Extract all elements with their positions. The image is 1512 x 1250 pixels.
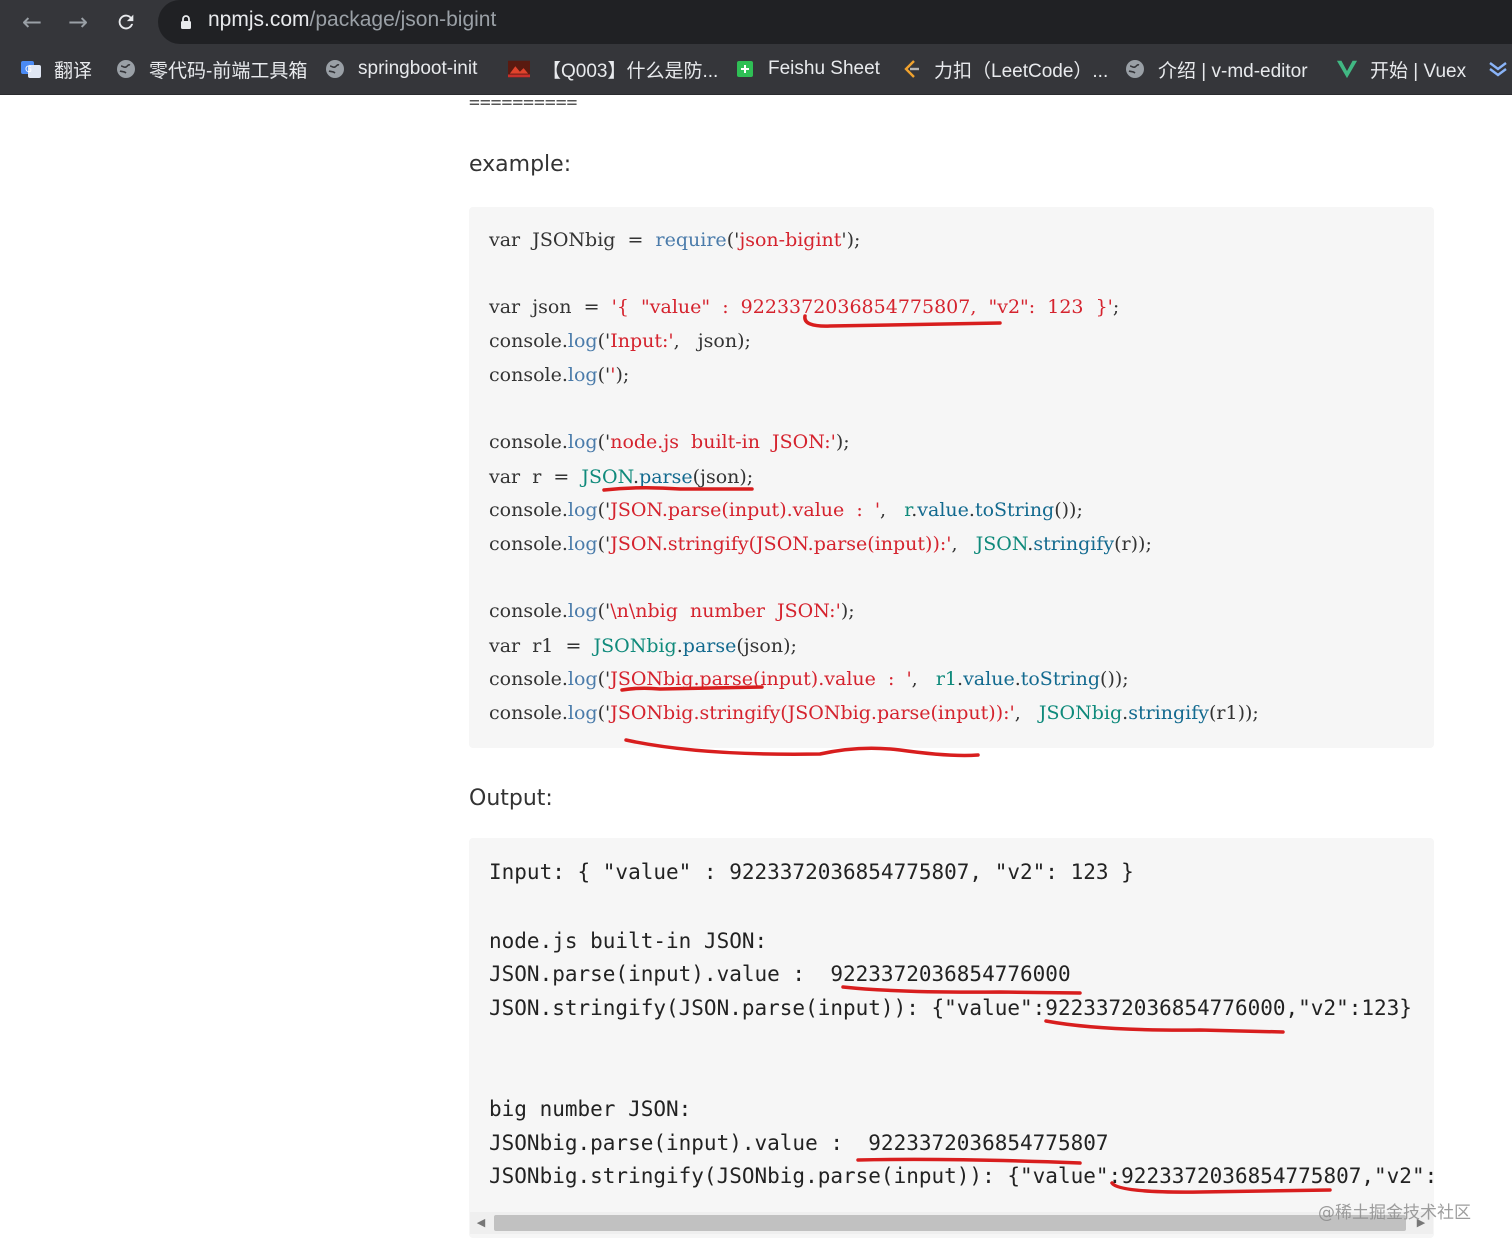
code-line-3: console.log('Input:', json); (489, 330, 751, 352)
back-button[interactable]: ← (16, 6, 48, 38)
example-heading: example: (469, 152, 572, 177)
watermark: @稀土掘金技术社区 (1318, 1203, 1471, 1223)
bookmark-feishu-sheet[interactable]: Feishu Sheet (734, 54, 880, 84)
bookmark-label: 翻译 (54, 60, 93, 82)
code-line-7: console.log('JSON.parse(input).value : '… (489, 499, 1083, 521)
bookmark-label: 【Q003】什么是防... (542, 60, 719, 82)
address-bar[interactable]: npmjs.com/package/json-bigint (158, 0, 1512, 44)
leetcode-icon (900, 58, 922, 80)
vue-icon (1336, 58, 1358, 80)
bookmark-label: 开始 | Vuex (1370, 60, 1467, 82)
code-line-12: console.log('JSONbig.stringify(JSONbig.p… (489, 702, 1259, 724)
bookmark-translate[interactable]: G 翻译 (20, 54, 92, 84)
code-line-1: var JSONbig = require('json-bigint'); (489, 229, 861, 251)
arrow-left-icon: ← (21, 8, 43, 36)
globe-icon (115, 58, 137, 80)
bookmark-label: 力扣（LeetCode）... (934, 60, 1109, 82)
bookmark-leetcode[interactable]: 力扣（LeetCode）... (900, 54, 1108, 84)
output-line-builtin-value: JSON.parse(input).value : 92233720368547… (489, 962, 1071, 986)
code-line-5: console.log('node.js built-in JSON:'); (489, 431, 850, 453)
forward-button[interactable]: → (62, 6, 94, 38)
bookmark-vuex[interactable]: 开始 | Vuex (1336, 54, 1466, 84)
code-line-2: var json = '{ "value" : 9223372036854775… (489, 296, 1120, 318)
double-chevron-down-icon (1489, 62, 1507, 77)
site-icon (508, 58, 530, 80)
more-bookmarks-button[interactable] (1486, 54, 1510, 84)
scrollbar-thumb[interactable] (494, 1215, 1406, 1231)
horizontal-rule-text: ========== (469, 92, 578, 113)
bookmarks-bar: G 翻译 零代码-前端工具箱 springboot-init 【Q003】什么是… (0, 44, 1512, 95)
browser-toolbar: ← → npmjs.com/package/json-bigint (0, 0, 1512, 44)
bookmark-label: 零代码-前端工具箱 (149, 60, 308, 82)
reload-icon (118, 14, 134, 30)
reload-button[interactable] (110, 6, 142, 38)
output-line-builtin-stringify: JSON.stringify(JSON.parse(input)): {"val… (489, 996, 1412, 1020)
code-line-11: console.log('JSONbig.parse(input).value … (489, 668, 1129, 690)
output-line-bignum-heading: big number JSON: (489, 1097, 692, 1121)
bookmark-label: springboot-init (358, 58, 478, 79)
arrow-right-icon: → (67, 8, 89, 36)
output-line-bignum-stringify: JSONbig.stringify(JSONbig.parse(input)):… (489, 1164, 1439, 1188)
bookmark-v-md-editor[interactable]: 介绍 | v-md-editor (1124, 54, 1308, 84)
globe-icon (1124, 58, 1146, 80)
output-line-builtin-heading: node.js built-in JSON: (489, 929, 768, 953)
translate-icon: G (20, 58, 42, 80)
bookmark-springboot-init[interactable]: springboot-init (324, 54, 477, 84)
horizontal-scrollbar[interactable]: ◀ ▶ (470, 1212, 1433, 1234)
sheet-icon (734, 58, 756, 80)
code-line-9: console.log('\n\nbig number JSON:'); (489, 600, 855, 622)
code-line-8: console.log('JSON.stringify(JSON.parse(i… (489, 533, 1152, 555)
bookmark-q003[interactable]: 【Q003】什么是防... (508, 54, 718, 84)
code-line-6: var r = JSON.parse(json); (489, 466, 754, 488)
svg-text:G: G (25, 65, 32, 75)
lock-icon (181, 15, 191, 29)
output-line-input: Input: { "value" : 9223372036854775807, … (489, 860, 1134, 884)
scroll-left-arrow-icon[interactable]: ◀ (473, 1215, 489, 1231)
output-line-bignum-value: JSONbig.parse(input).value : 92233720368… (489, 1131, 1109, 1155)
url-host: npmjs.com (208, 8, 310, 31)
bookmark-label: Feishu Sheet (768, 58, 880, 79)
url-path: /package/json-bigint (309, 8, 497, 31)
code-line-4: console.log(''); (489, 364, 630, 386)
bookmark-label: 介绍 | v-md-editor (1158, 60, 1308, 82)
bookmark-zero-code[interactable]: 零代码-前端工具箱 (115, 54, 307, 84)
url-text[interactable]: npmjs.com/package/json-bigint (208, 8, 496, 32)
output-heading: Output: (469, 786, 553, 811)
globe-icon (324, 58, 346, 80)
code-line-10: var r1 = JSONbig.parse(json); (489, 635, 797, 657)
